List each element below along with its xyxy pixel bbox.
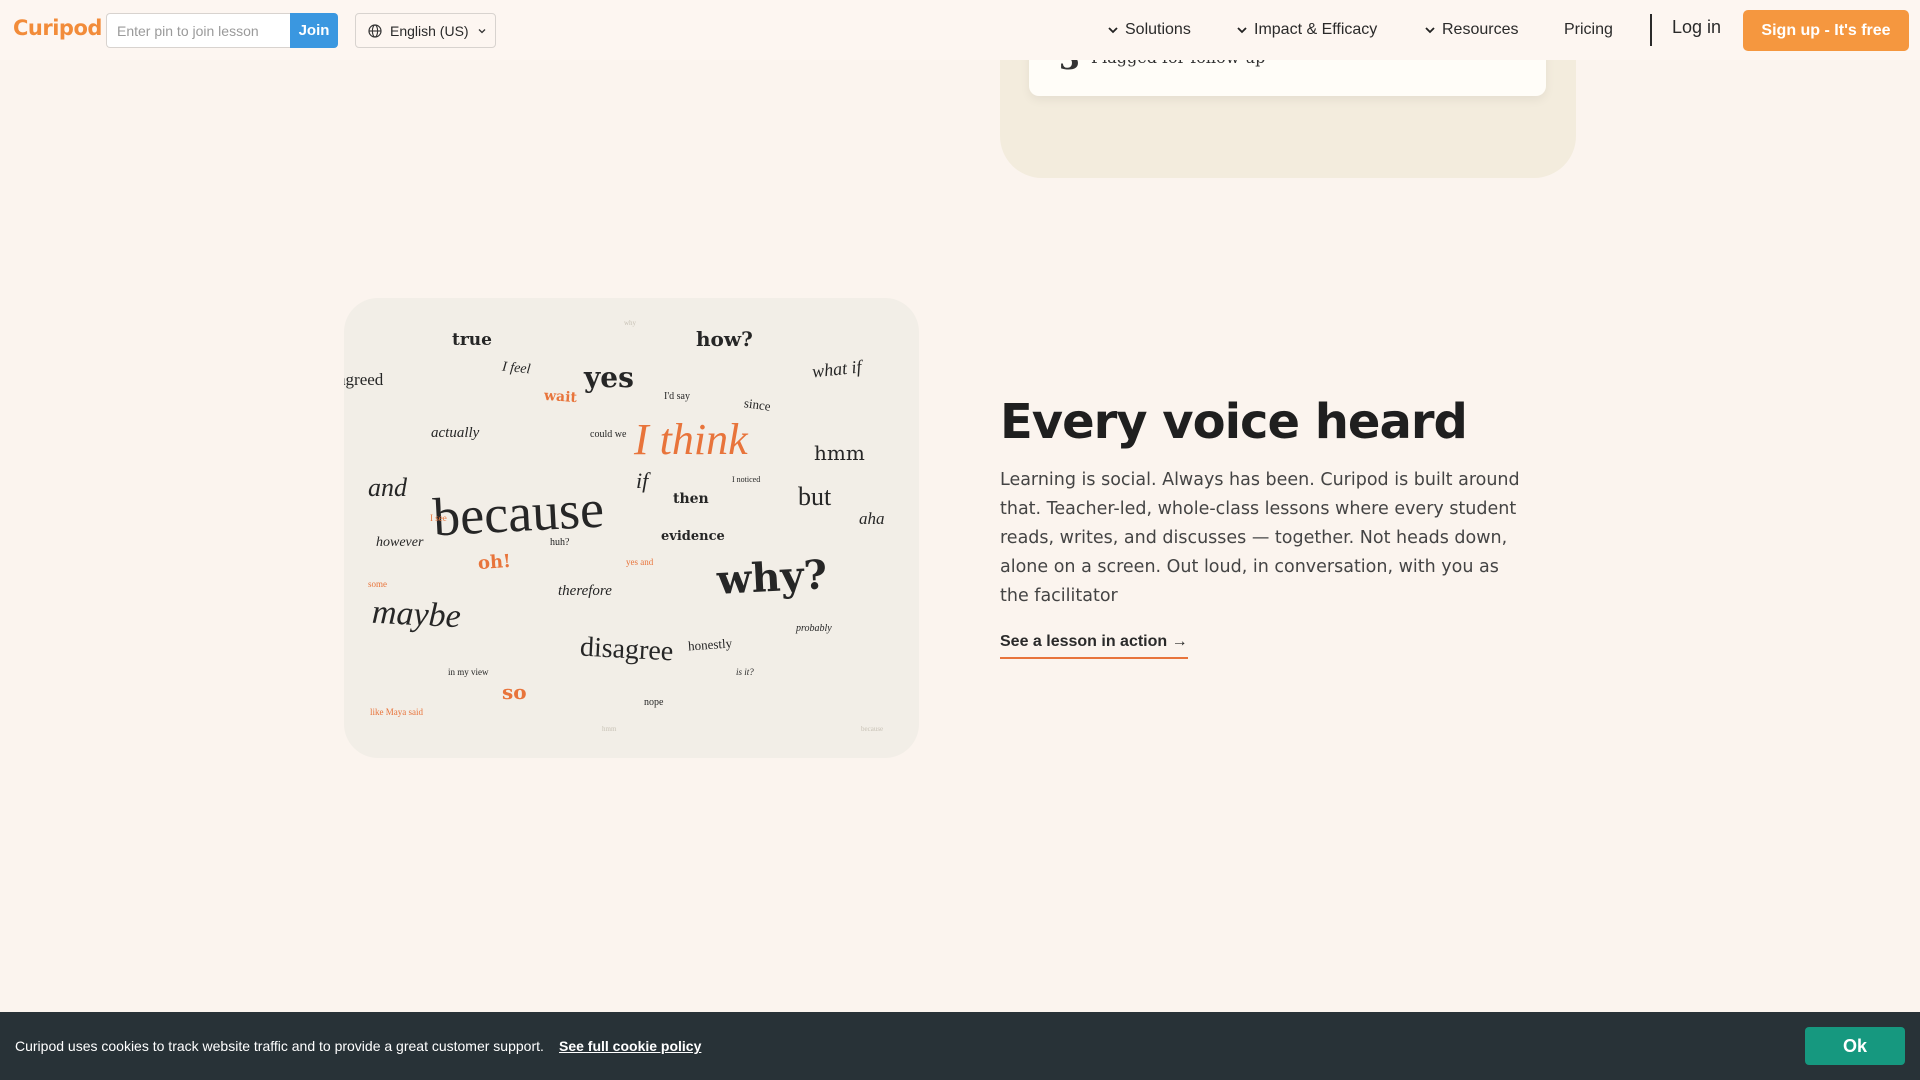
word: hmm — [814, 441, 865, 465]
login-link[interactable]: Log in — [1672, 17, 1721, 38]
see-lesson-link[interactable]: See a lesson in action → — [1000, 633, 1188, 659]
section-description: Learning is social. Always has been. Cur… — [1000, 470, 1520, 606]
word: actually — [431, 425, 480, 441]
cookie-policy-link[interactable]: See full cookie policy — [559, 1038, 701, 1054]
word: I feel — [501, 359, 532, 378]
word: if — [636, 468, 649, 493]
nav-divider — [1650, 14, 1652, 46]
word: some — [368, 579, 387, 589]
word: hmm — [602, 725, 617, 733]
word: because — [431, 478, 606, 548]
word: how? — [696, 327, 753, 351]
nav-impact-efficacy[interactable]: Impact & Efficacy — [1236, 18, 1377, 42]
word: yes — [584, 361, 634, 394]
word: oh! — [477, 550, 512, 575]
cookie-ok-button[interactable]: Ok — [1805, 1027, 1905, 1065]
word: but — [798, 482, 832, 511]
signup-button[interactable]: Sign up - It's free — [1743, 10, 1909, 51]
word: is it? — [736, 667, 754, 677]
word: what if — [811, 356, 863, 382]
word: maybe — [371, 593, 462, 636]
word: honestly — [687, 635, 733, 654]
word: yes and — [626, 557, 654, 567]
word: true — [452, 330, 492, 350]
word-cloud-illustration: true how? agreed I feel yes what if wait… — [344, 298, 919, 758]
word: I noticed — [732, 475, 761, 484]
chevron-down-icon — [1236, 24, 1248, 36]
word: evidence — [661, 529, 725, 544]
word: aha — [859, 509, 885, 528]
curipod-logo[interactable]: Curipod — [13, 16, 102, 40]
word: why — [624, 319, 637, 327]
word: like Maya said — [370, 707, 423, 717]
chevron-down-icon — [477, 26, 487, 36]
word: since — [743, 395, 772, 414]
word: I think — [634, 415, 748, 464]
word: disagree — [579, 631, 675, 668]
word: nope — [644, 697, 664, 708]
join-lesson-form: Join — [106, 13, 338, 48]
cookie-banner: Curipod uses cookies to track website tr… — [0, 1012, 1920, 1080]
chevron-down-icon — [1107, 24, 1119, 36]
word: however — [376, 535, 424, 550]
language-label: English (US) — [390, 22, 469, 39]
chevron-down-icon — [1424, 24, 1436, 36]
word: huh? — [550, 537, 570, 548]
word: probably — [796, 623, 832, 634]
nav-resources[interactable]: Resources — [1424, 18, 1518, 42]
word: therefore — [558, 583, 612, 599]
word: I'd say — [664, 391, 690, 402]
site-header: Curipod Join English (US) Solutions Impa… — [0, 0, 1920, 60]
nav-solutions[interactable]: Solutions — [1107, 18, 1191, 42]
language-selector[interactable]: English (US) — [355, 13, 496, 48]
word: in my view — [448, 667, 489, 677]
word: agreed — [344, 370, 384, 389]
globe-icon — [368, 23, 382, 38]
word: could we — [590, 429, 627, 440]
word: wait — [543, 387, 578, 407]
nav-pricing[interactable]: Pricing — [1564, 18, 1613, 42]
word: and — [368, 473, 407, 502]
cookie-message: Curipod uses cookies to track website tr… — [15, 1038, 544, 1054]
word: I see — [430, 513, 447, 523]
join-button[interactable]: Join — [290, 13, 338, 48]
word: because — [861, 725, 884, 733]
word: why? — [715, 551, 829, 604]
section-title: Every voice heard — [1000, 394, 1468, 450]
word: then — [673, 491, 709, 507]
lesson-pin-input[interactable] — [106, 13, 290, 48]
word: so — [502, 680, 527, 704]
